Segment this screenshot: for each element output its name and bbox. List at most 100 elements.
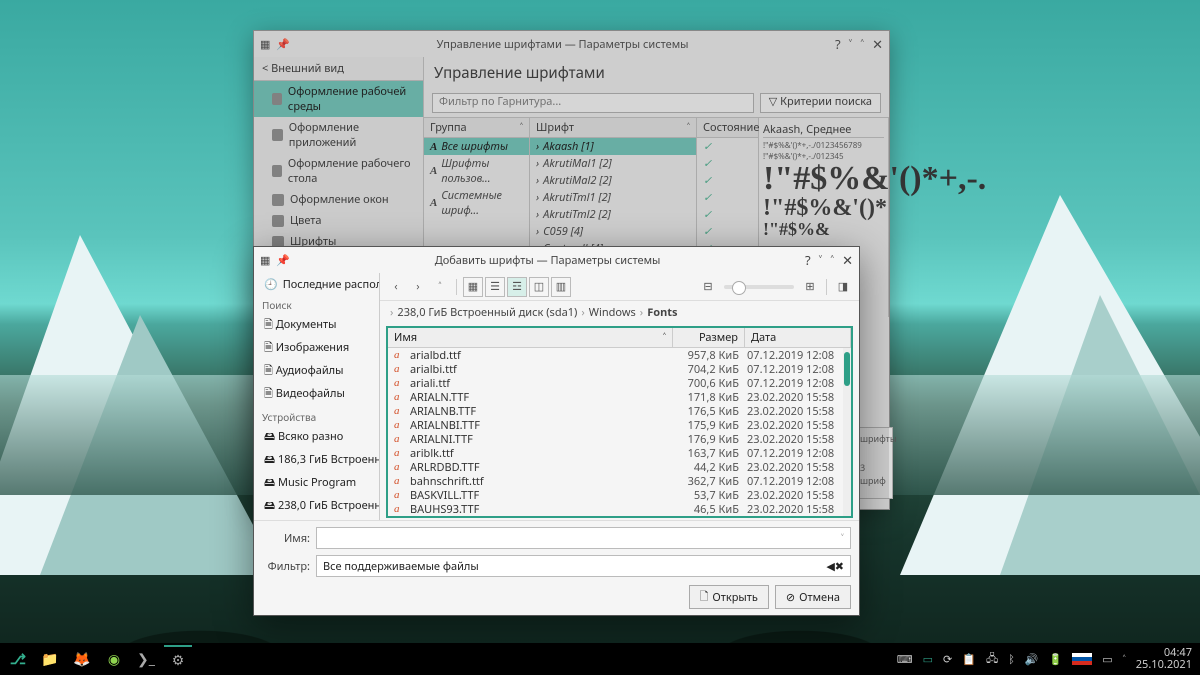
filter-dropdown[interactable]: Все поддерживаемые файлы◀✖ [316,555,851,577]
sidebar-item[interactable]: 🗎 Изображения [254,337,379,360]
maximize-icon[interactable]: ˄ [860,35,864,53]
sidebar-item[interactable]: 🖴 238,0 ГиБ Встроенный... [254,495,379,518]
file-list[interactable]: Имя˄ Размер Дата aarialbd.ttf957,8 КиБ07… [386,326,853,518]
font-item[interactable]: › C059 [4] [530,223,696,240]
filter-input[interactable]: Фильтр по Гарнитура... [432,93,754,113]
sidebar-item[interactable]: Оформление окон [254,189,423,210]
help-icon[interactable]: ? [835,35,841,53]
tray-keyboard-icon[interactable]: ⌨ [897,652,913,667]
maximize-icon[interactable]: ˄ [830,251,834,269]
column-header-name[interactable]: Имя˄ [388,328,673,347]
minimize-icon[interactable]: ˅ [819,251,823,269]
taskbar: ⎇ 📁 🦊 ◉ ❯_ ⚙ ⌨ ▭ ⟳ 📋 🖧 ᛒ 🔊 🔋 ▭ ˄ 04:47 2… [0,643,1200,675]
tray-clock[interactable]: 04:47 25.10.2021 [1136,647,1192,671]
view-icons-button[interactable]: ▦ [463,277,483,297]
file-row[interactable]: aarialbi.ttf704,2 КиБ07.12.2019 12:08 [388,362,851,376]
taskbar-files-button[interactable]: 📁 [36,645,64,673]
taskbar-terminal-button[interactable]: ❯_ [132,645,160,673]
titlebar[interactable]: ▦ 📌 Управление шрифтами — Параметры сист… [254,31,889,57]
column-header-date[interactable]: Дата [745,328,851,347]
font-item[interactable]: › AkrutiMal2 [2] [530,172,696,189]
group-item[interactable]: A Все шрифты [424,138,529,155]
font-item[interactable]: › Akaash [1] [530,138,696,155]
tray-chevron-icon[interactable]: ˄ [1123,652,1126,667]
file-row[interactable]: aARIALNBI.TTF175,9 КиБ23.02.2020 15:58 [388,418,851,432]
file-row[interactable]: aBAUHS93.TTF46,5 КиБ23.02.2020 15:58 [388,502,851,516]
sidebar-item[interactable]: 🗎 Аудиофайлы [254,360,379,383]
taskbar-settings-button[interactable]: ⚙ [164,645,192,673]
view-columns-button[interactable]: ▥ [551,277,571,297]
file-row[interactable]: aARIALNI.TTF176,9 КиБ23.02.2020 15:58 [388,432,851,446]
tray-clipboard-icon[interactable]: 📋 [962,652,976,667]
help-icon[interactable]: ? [805,251,811,269]
sidebar-item[interactable]: 🗎 Документы [254,314,379,337]
view-compact-button[interactable]: ☰ [485,277,505,297]
sidebar-item[interactable]: Цвета [254,210,423,231]
view-details-button[interactable]: ☲ [507,277,527,297]
start-menu-button[interactable]: ⎇ [4,645,32,673]
file-row[interactable]: aBASKVILL.TTF53,7 КиБ23.02.2020 15:58 [388,488,851,502]
file-row[interactable]: abahnschrift.ttf362,7 КиБ07.12.2019 12:0… [388,474,851,488]
file-row[interactable]: aariblk.ttf163,7 КиБ07.12.2019 12:08 [388,446,851,460]
tray-bluetooth-icon[interactable]: ᛒ [1008,652,1015,667]
nav-up-button[interactable]: ˄ [430,277,450,297]
file-row[interactable]: aarialbd.ttf957,8 КиБ07.12.2019 12:08 [388,348,851,362]
open-button[interactable]: 🗋 Открыть [689,585,769,609]
filename-input[interactable]: ˅ [316,527,851,549]
zoom-out-icon[interactable]: ⊟ [698,277,718,297]
group-item[interactable]: A Шрифты пользов... [424,155,529,187]
toolbar: ‹ › ˄ ▦ ☰ ☲ ◫ ▥ ⊟ ⊞ ◨ [380,273,859,301]
sidebar-item[interactable]: 🗎 Видеофайлы [254,383,379,406]
file-row[interactable]: aARIALNB.TTF176,5 КиБ23.02.2020 15:58 [388,404,851,418]
app-icon: ▦ [260,37,270,52]
font-item[interactable]: › AkrutiTml2 [2] [530,206,696,223]
sidebar-recent[interactable]: 🕘 Последние расположе... [254,275,379,294]
preview-toggle-button[interactable]: ◨ [833,277,853,297]
minimize-icon[interactable]: ˅ [849,35,853,53]
tray-language-flag[interactable] [1072,653,1092,665]
file-row[interactable]: aARIALN.TTF171,8 КиБ23.02.2020 15:58 [388,390,851,404]
column-header-font[interactable]: Шрифт˄ [530,118,696,138]
tray-volume-icon[interactable]: 🔊 [1025,652,1039,667]
taskbar-firefox-button[interactable]: 🦊 [68,645,96,673]
state-tick: ✓ [697,206,758,223]
font-item[interactable]: › AkrutiTml1 [2] [530,189,696,206]
pin-icon[interactable]: 📌 [276,253,290,268]
pin-icon[interactable]: 📌 [276,37,290,52]
cancel-button[interactable]: ⊘ Отмена [775,585,851,609]
sidebar-item[interactable]: 🖴 186,3 ГиБ Встроенный... [254,449,379,472]
font-item[interactable]: › AkrutiMal1 [2] [530,155,696,172]
view-tree-button[interactable]: ◫ [529,277,549,297]
back-button[interactable]: < Внешний вид [254,57,423,81]
group-item[interactable]: A Системные шриф... [424,187,529,219]
titlebar[interactable]: ▦ 📌 Добавить шрифты — Параметры системы … [254,247,859,273]
breadcrumb[interactable]: ›238,0 ГиБ Встроенный диск (sda1) ›Windo… [380,301,859,324]
column-header-state[interactable]: Состояние [697,118,758,138]
tray-notifications-icon[interactable]: ▭ [1102,652,1112,667]
sidebar-item[interactable]: Оформление приложений [254,117,423,153]
close-icon[interactable]: ✕ [842,251,853,269]
nav-back-button[interactable]: ‹ [386,277,406,297]
search-criteria-button[interactable]: ▽ Критерии поиска [760,93,881,113]
tray-battery-icon[interactable]: 🔋 [1049,652,1063,667]
close-icon[interactable]: ✕ [872,35,883,53]
scrollbar[interactable] [843,348,851,516]
zoom-slider[interactable] [724,285,794,289]
sidebar-item[interactable]: Оформление рабочего стола [254,153,423,189]
tray-display-icon[interactable]: ▭ [923,652,933,667]
tray-network-icon[interactable]: 🖧 [986,650,998,669]
file-row[interactable]: aARLRDBD.TTF44,2 КиБ23.02.2020 15:58 [388,460,851,474]
zoom-in-icon[interactable]: ⊞ [800,277,820,297]
nav-forward-button[interactable]: › [408,277,428,297]
taskbar-app-button[interactable]: ◉ [100,645,128,673]
sidebar-item[interactable]: 🖴 Music Program [254,472,379,495]
state-tick: ✓ [697,138,758,155]
page-title: Управление шрифтами [424,57,889,89]
tray-updates-icon[interactable]: ⟳ [943,652,952,667]
sidebar-item[interactable]: 🖴 Всяко разно [254,426,379,449]
state-tick: ✓ [697,172,758,189]
column-header-group[interactable]: Группа˄ [424,118,529,138]
file-row[interactable]: aariali.ttf700,6 КиБ07.12.2019 12:08 [388,376,851,390]
column-header-size[interactable]: Размер [673,328,745,347]
sidebar-item[interactable]: Оформление рабочей среды [254,81,423,117]
